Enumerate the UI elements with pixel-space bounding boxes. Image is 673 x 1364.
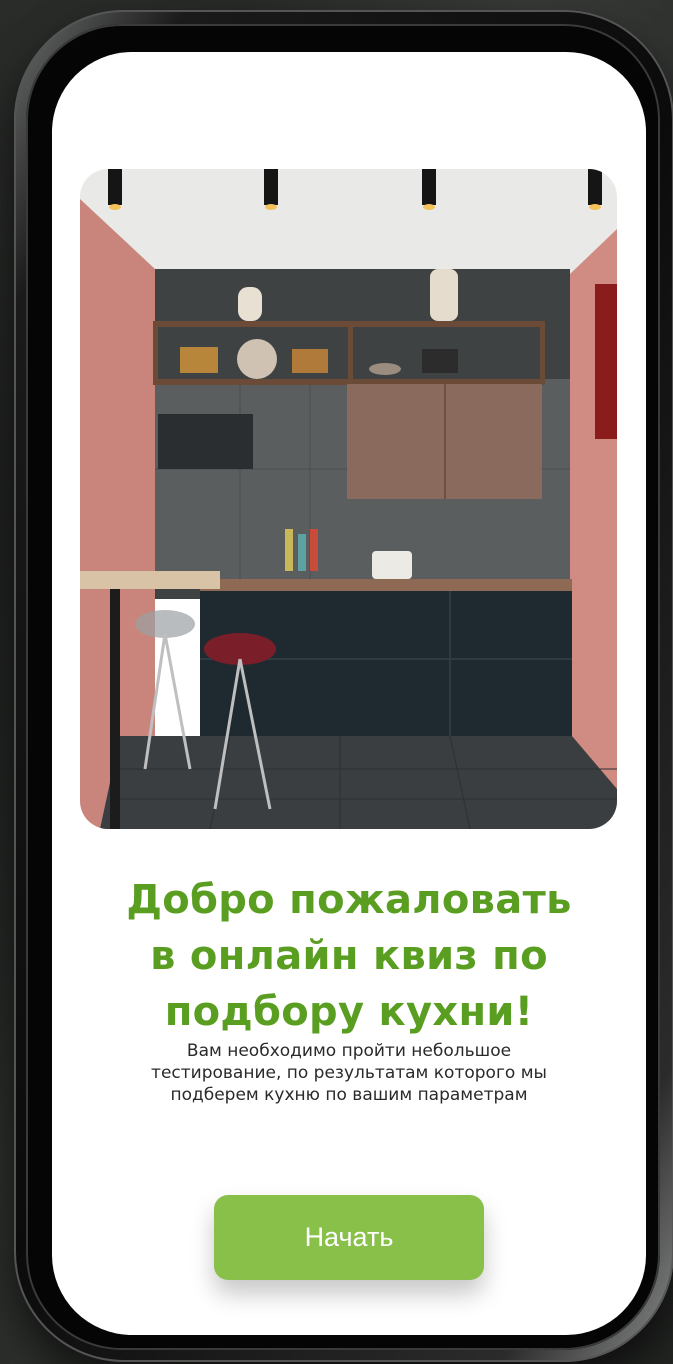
welcome-title-line-3: подбору кухни! (164, 989, 534, 1035)
kitchen-photo (80, 169, 617, 829)
welcome-subtitle-line-1: Вам необходимо пройти небольшое (186, 1041, 512, 1061)
welcome-subtitle-line-3: подберем кухню по вашим параметрам (170, 1085, 528, 1105)
welcome-subtitle-line-2: тестирование, по результатам которого мы (151, 1063, 547, 1083)
start-button[interactable]: Начать (214, 1195, 484, 1280)
welcome-subtitle: Вам необходимо пройти небольшое тестиров… (92, 1040, 606, 1106)
welcome-title-line-2: в онлайн квиз по (150, 933, 548, 979)
welcome-title: Добро пожаловать в онлайн квиз по подбор… (52, 872, 646, 1040)
welcome-title-line-1: Добро пожаловать (126, 877, 572, 923)
phone-screen: Добро пожаловать в онлайн квиз по подбор… (52, 52, 646, 1335)
